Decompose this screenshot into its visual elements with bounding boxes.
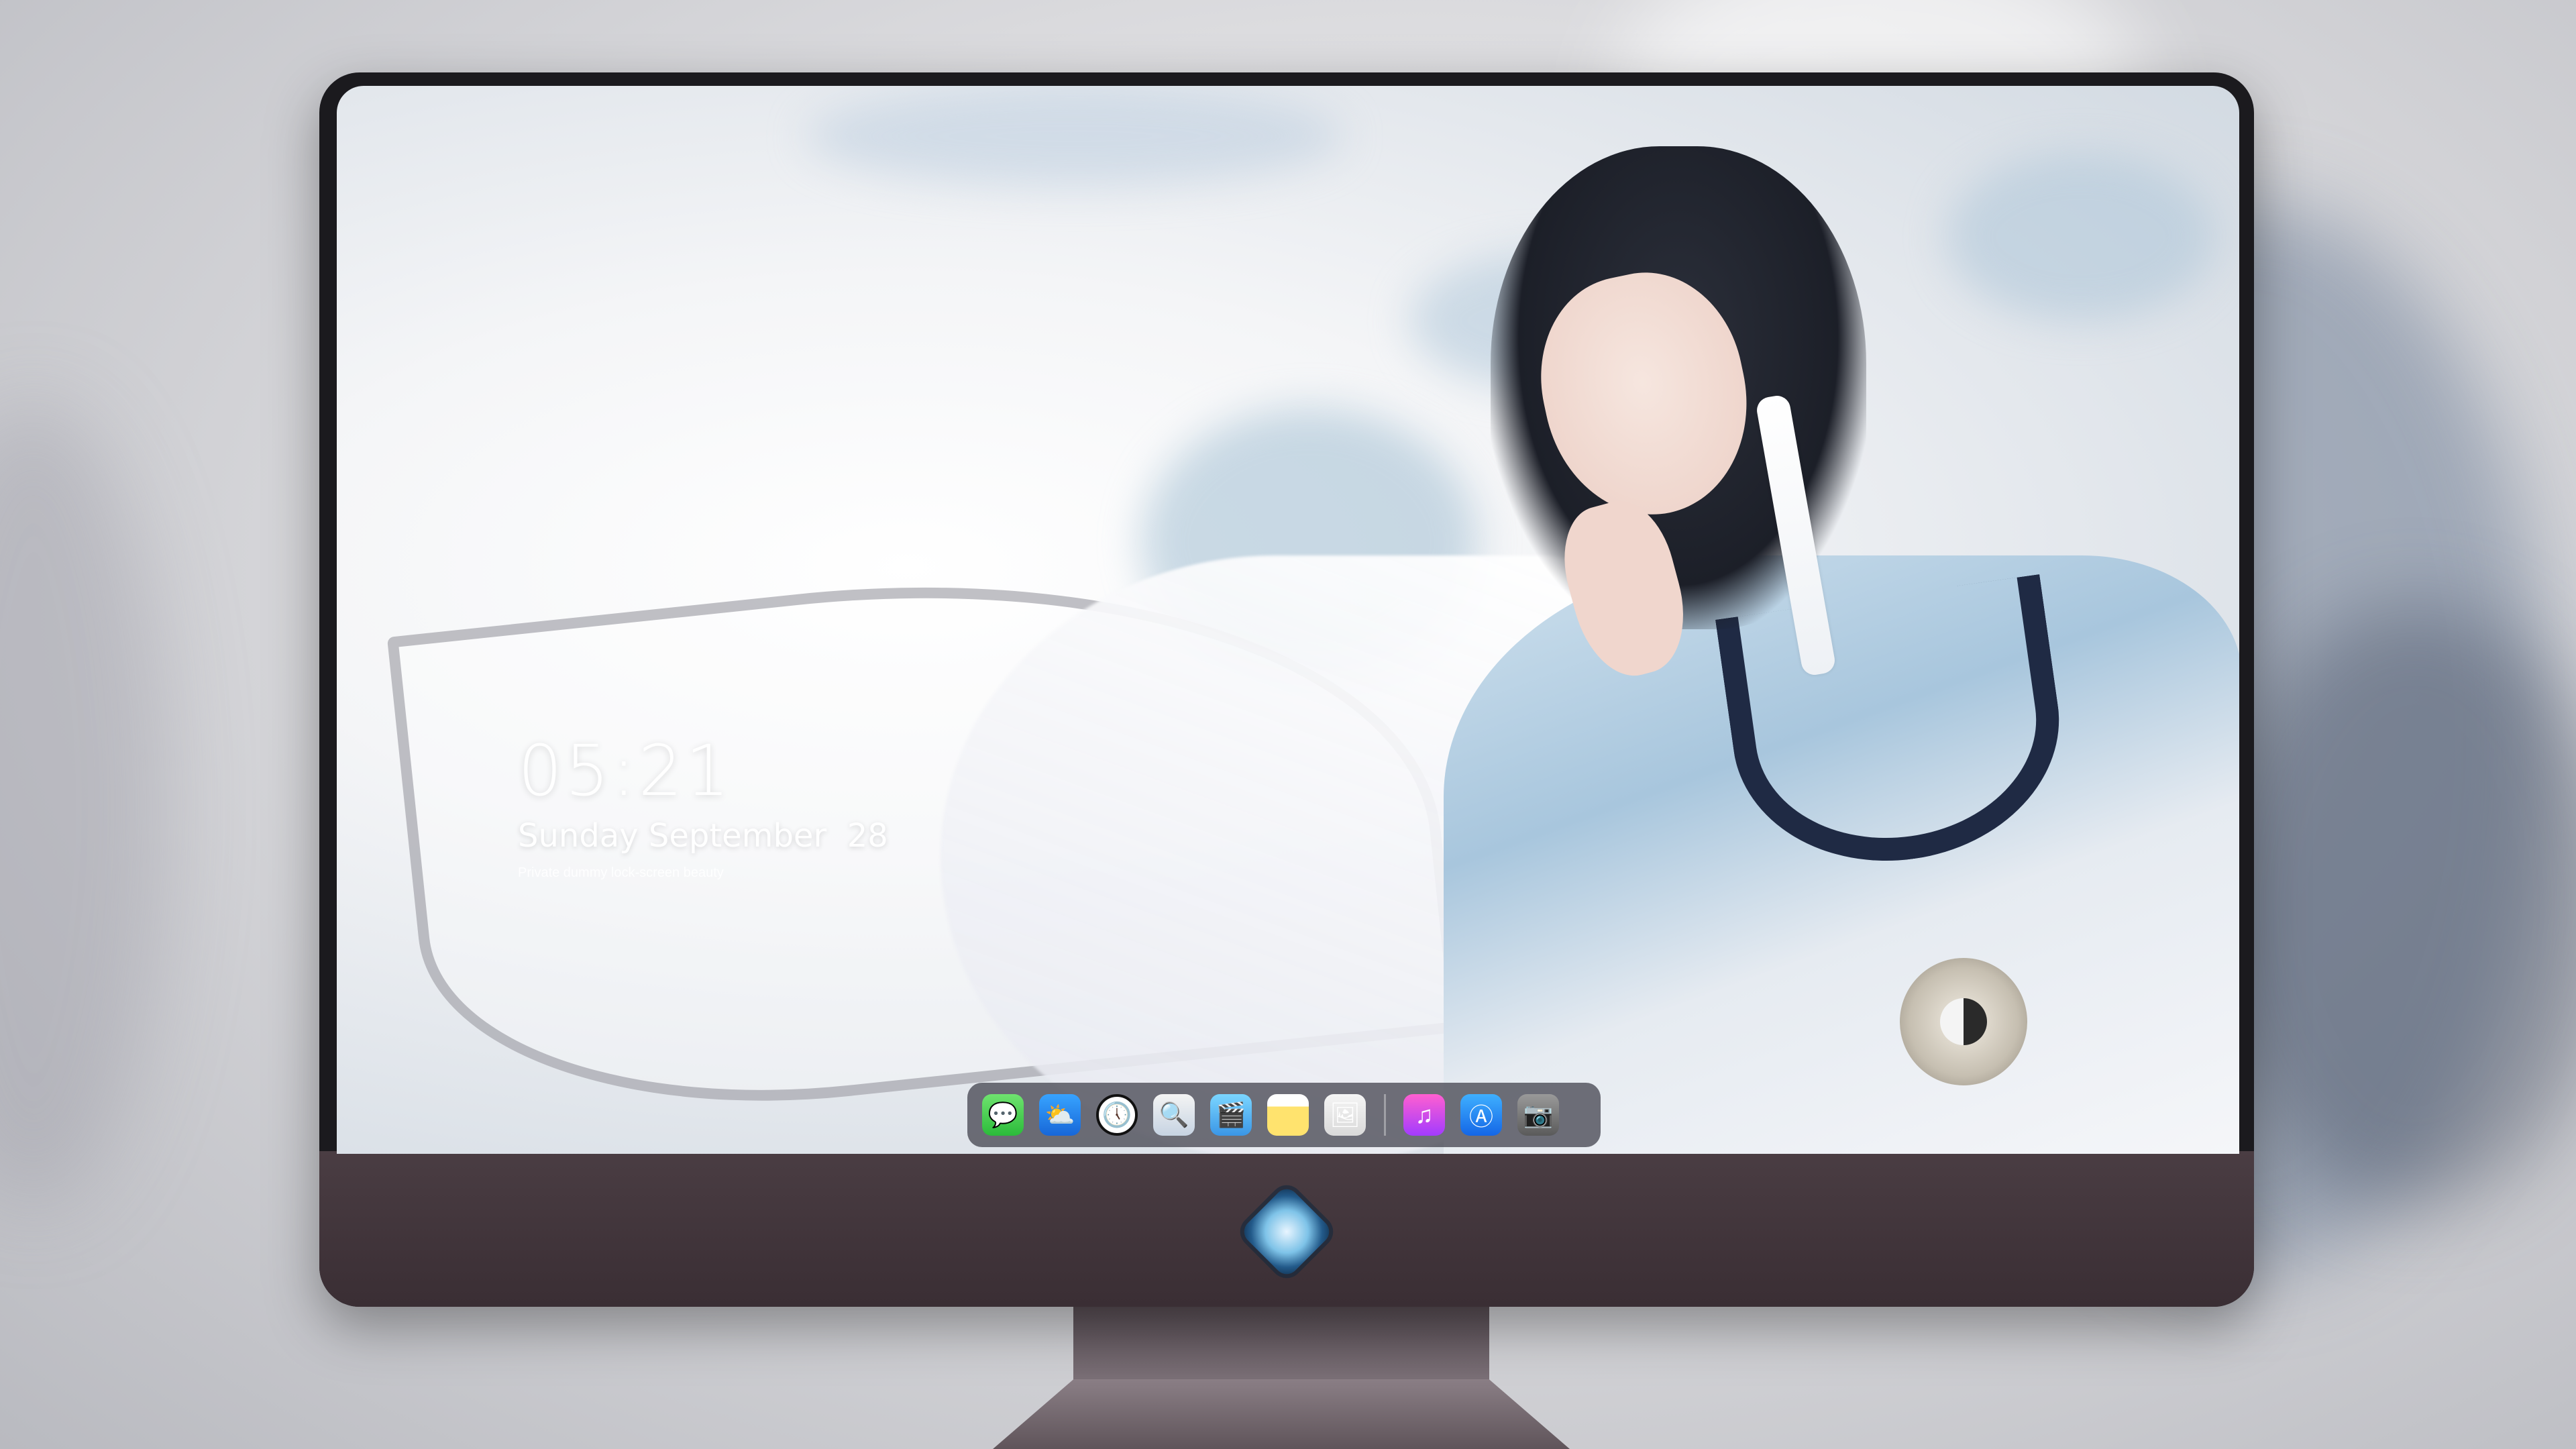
background-blur-shape	[0, 402, 168, 1208]
messages-icon[interactable]: 💬	[982, 1094, 1024, 1136]
wallpaper-caption: Private dummy lock-screen beauty	[518, 865, 724, 880]
clock-date: Sunday September 28	[518, 817, 888, 855]
preview-icon[interactable]: 🔍	[1153, 1094, 1195, 1136]
app-store-icon[interactable]: Ⓐ	[1460, 1094, 1502, 1136]
camera-icon[interactable]: 📷	[1517, 1094, 1559, 1136]
clock-time: 05:21	[518, 730, 733, 812]
video-icon[interactable]: 🎬	[1210, 1094, 1252, 1136]
lock-screen[interactable]: 05:21 Sunday September 28 Private dummy …	[337, 86, 2239, 1154]
clock-icon[interactable]: 🕔	[1096, 1094, 1138, 1136]
wallpaper-cloud	[1947, 153, 2215, 321]
weather-icon[interactable]: ⛅	[1039, 1094, 1081, 1136]
notes-icon[interactable]	[1267, 1094, 1309, 1136]
wallpaper-cloud	[806, 86, 1343, 186]
yin-yang-icon	[1940, 998, 1987, 1045]
monitor-stand-foot	[993, 1379, 1570, 1449]
music-icon[interactable]: ♫	[1403, 1094, 1445, 1136]
desktop-background: 05:21 Sunday September 28 Private dummy …	[0, 0, 2576, 1449]
dock-separator	[1384, 1094, 1386, 1136]
clock-widget: 05:21 Sunday September 28 Private dummy …	[518, 730, 1122, 881]
photos-icon[interactable]: 🖼	[1324, 1094, 1366, 1136]
dock: 💬 ⛅ 🕔 🔍 🎬 🖼 ♫ Ⓐ 📷	[967, 1083, 1601, 1147]
monitor-stand-neck	[1073, 1307, 1489, 1381]
